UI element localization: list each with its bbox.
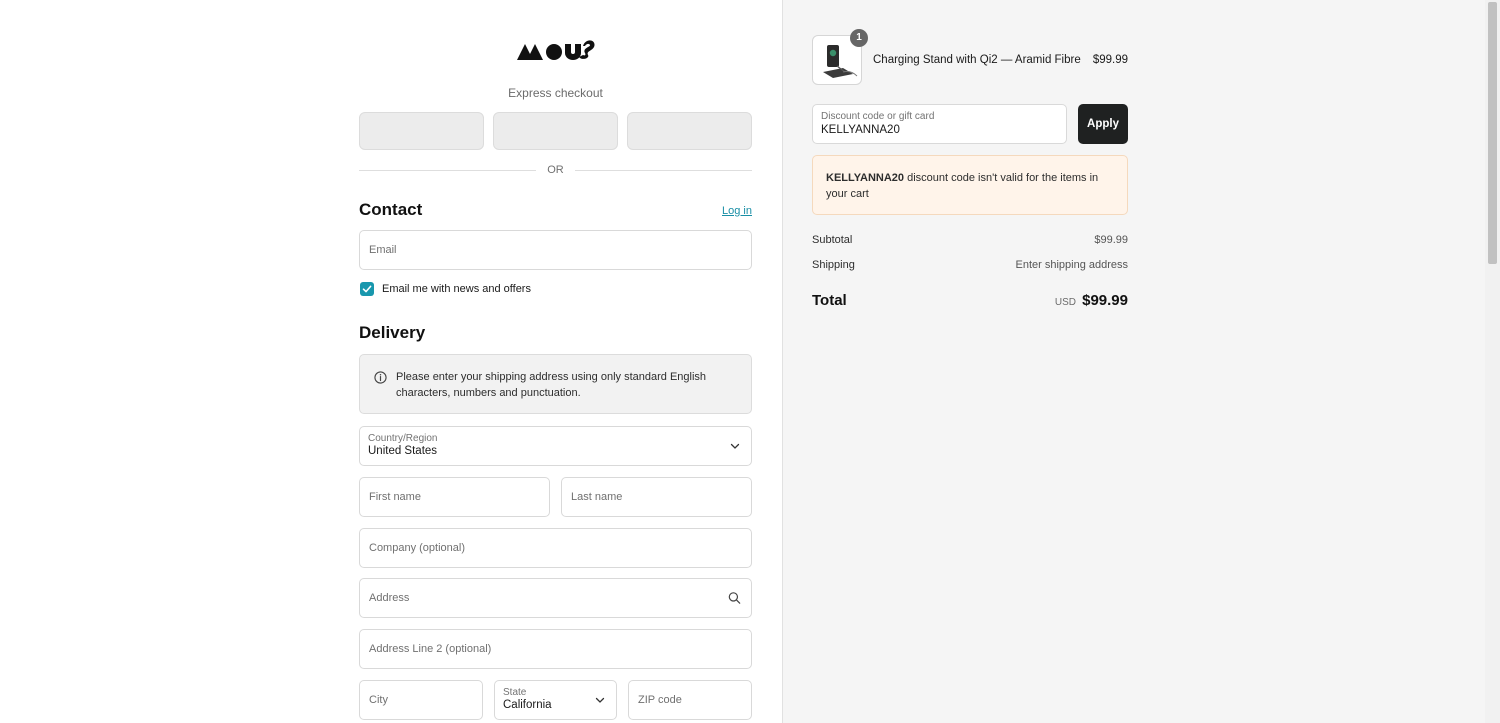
first-name-placeholder: First name bbox=[369, 491, 421, 503]
address-notice: Please enter your shipping address using… bbox=[359, 354, 752, 414]
discount-label: Discount code or gift card bbox=[821, 111, 935, 122]
info-icon bbox=[374, 371, 387, 384]
subtotal-label: Subtotal bbox=[812, 234, 853, 246]
discount-error-message: KELLYANNA20 discount code isn't valid fo… bbox=[812, 155, 1128, 215]
product-name: Charging Stand with Qi2 — Aramid Fibre bbox=[873, 54, 1081, 66]
company-placeholder: Company (optional) bbox=[369, 542, 465, 554]
address-placeholder: Address bbox=[369, 592, 410, 604]
city-placeholder: City bbox=[369, 694, 388, 706]
subtotal-value: $99.99 bbox=[1094, 234, 1128, 246]
express-pay-button-3[interactable] bbox=[627, 112, 752, 150]
address-line2-placeholder: Address Line 2 (optional) bbox=[369, 643, 492, 655]
email-placeholder: Email bbox=[369, 244, 397, 256]
express-checkout-label: Express checkout bbox=[508, 86, 603, 100]
total-currency: USD bbox=[1054, 297, 1076, 308]
error-code: KELLYANNA20 bbox=[826, 172, 905, 184]
newsletter-checkbox[interactable] bbox=[360, 282, 374, 296]
first-name-field[interactable]: First name bbox=[359, 477, 550, 517]
address-notice-text: Please enter your shipping address using… bbox=[396, 371, 707, 399]
login-link[interactable]: Log in bbox=[700, 205, 752, 217]
zip-placeholder: ZIP code bbox=[638, 694, 682, 706]
or-divider: OR bbox=[359, 164, 752, 178]
address-field[interactable]: Address bbox=[359, 578, 752, 618]
shipping-label: Shipping bbox=[812, 259, 855, 271]
country-value: United States bbox=[368, 445, 438, 457]
discount-code-input[interactable]: Discount code or gift card KELLYANNA20 bbox=[812, 104, 1067, 144]
zip-field[interactable]: ZIP code bbox=[628, 680, 752, 720]
apply-button[interactable]: Apply bbox=[1078, 104, 1128, 144]
checkmark-icon bbox=[362, 285, 372, 293]
chevron-down-icon bbox=[730, 443, 740, 449]
newsletter-label: Email me with news and offers bbox=[382, 283, 531, 295]
chevron-down-icon bbox=[595, 697, 605, 703]
email-field[interactable]: Email bbox=[359, 230, 752, 270]
scrollbar-thumb[interactable] bbox=[1488, 2, 1497, 264]
search-icon bbox=[728, 592, 741, 604]
company-field[interactable]: Company (optional) bbox=[359, 528, 752, 568]
discount-value: KELLYANNA20 bbox=[821, 124, 900, 136]
discount-error-text: KELLYANNA20 discount code isn't valid fo… bbox=[826, 170, 1121, 202]
mous-logo[interactable] bbox=[516, 34, 596, 62]
contact-heading: Contact bbox=[359, 200, 423, 219]
state-value: California bbox=[503, 699, 552, 711]
country-select[interactable]: Country/Region United States bbox=[359, 426, 752, 466]
quantity-badge: 1 bbox=[850, 29, 868, 47]
express-pay-button-2[interactable] bbox=[493, 112, 618, 150]
state-select[interactable]: State California bbox=[494, 680, 617, 720]
shipping-value: Enter shipping address bbox=[1015, 259, 1128, 271]
checkout-form-panel: Express checkout OR Contact Log in Email… bbox=[0, 0, 782, 723]
country-label: Country/Region bbox=[368, 433, 438, 444]
address-line2-field[interactable]: Address Line 2 (optional) bbox=[359, 629, 752, 669]
total-label: Total bbox=[812, 292, 847, 309]
delivery-heading: Delivery bbox=[359, 323, 426, 342]
total-value: $99.99 bbox=[1082, 292, 1128, 309]
last-name-placeholder: Last name bbox=[571, 491, 623, 503]
city-field[interactable]: City bbox=[359, 680, 483, 720]
last-name-field[interactable]: Last name bbox=[561, 477, 752, 517]
scrollbar[interactable] bbox=[1485, 0, 1500, 723]
express-pay-button-1[interactable] bbox=[359, 112, 484, 150]
product-price: $99.99 bbox=[1092, 54, 1128, 66]
state-label: State bbox=[503, 687, 527, 698]
